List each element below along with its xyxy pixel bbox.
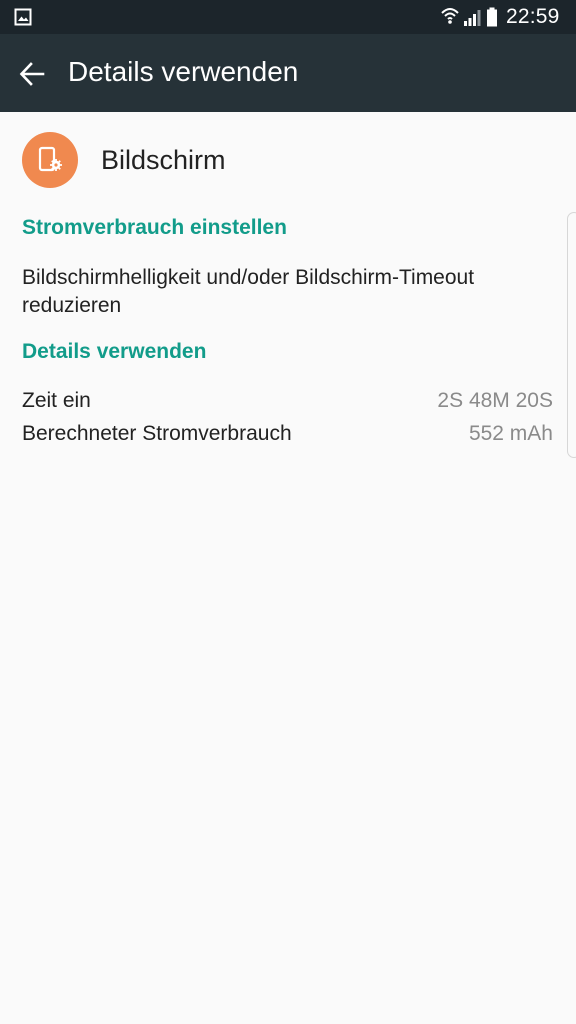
status-bar: 22:59 <box>0 0 576 34</box>
usage-row-power-consumption: Berechneter Stromverbrauch 552 mAh <box>22 422 553 450</box>
power-section-title: Stromverbrauch einstellen <box>22 216 287 239</box>
arrow-left-icon <box>19 62 45 86</box>
wifi-icon <box>441 8 459 24</box>
battery-icon <box>487 7 497 27</box>
usage-label: Berechneter Stromverbrauch <box>22 422 292 445</box>
usage-value: 2S 48M 20S <box>437 389 553 412</box>
usage-label: Zeit ein <box>22 389 91 412</box>
signal-icon <box>464 10 481 26</box>
app-name: Bildschirm <box>101 144 226 175</box>
status-clock: 22:59 <box>506 5 560 28</box>
app-header: Bildschirm <box>22 132 226 188</box>
usage-value: 552 mAh <box>468 422 553 445</box>
details-section-title: Details verwenden <box>22 340 207 363</box>
power-tip: Bildschirmhelligkeit und/oder Bildschirm… <box>22 266 475 317</box>
back-button[interactable] <box>12 54 52 94</box>
page-title: Details verwenden <box>68 56 299 87</box>
gallery-icon <box>14 8 32 26</box>
app-bar: Details verwenden <box>0 34 576 112</box>
screen-settings-icon <box>22 132 78 188</box>
edge-panel-handle[interactable] <box>567 212 576 458</box>
usage-row-time-on: Zeit ein 2S 48M 20S <box>22 389 553 417</box>
